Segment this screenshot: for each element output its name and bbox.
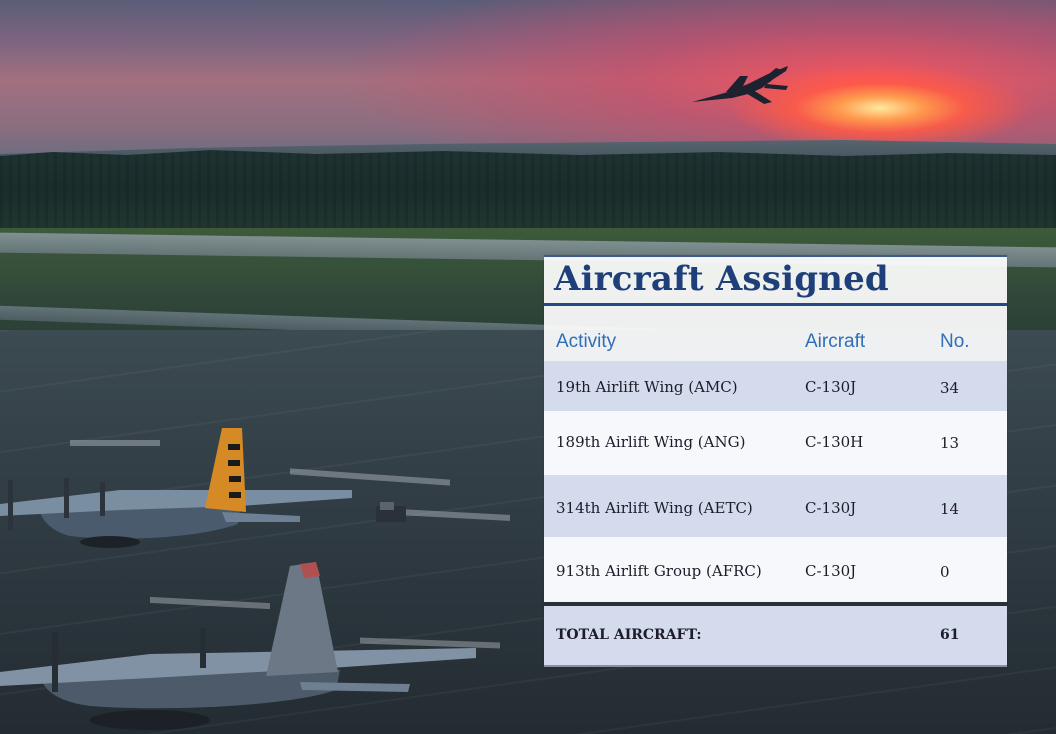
column-header-number: No. [940, 331, 970, 352]
row-aircraft: C-130H [805, 433, 864, 451]
row-activity: 314th Airlift Wing (AETC) [556, 499, 753, 517]
column-header-activity: Activity [556, 331, 617, 352]
row-aircraft: C-130J [805, 562, 857, 580]
parked-aircraft-icon [0, 428, 352, 548]
ground-vehicle-icon [376, 502, 406, 522]
total-number: 61 [940, 627, 960, 643]
row-activity: 19th Airlift Wing (AMC) [556, 378, 738, 396]
table-row: 913th Airlift Group (AFRC) C-130J 0 [544, 537, 1007, 602]
row-aircraft: C-130J [805, 499, 857, 517]
row-number: 14 [940, 500, 960, 518]
row-number: 0 [940, 563, 950, 581]
title-divider [544, 303, 1007, 306]
row-number: 13 [940, 434, 960, 452]
total-label: TOTAL AIRCRAFT: [556, 627, 702, 643]
sunset-sky [0, 0, 1056, 160]
row-number: 34 [940, 379, 960, 397]
row-activity: 189th Airlift Wing (ANG) [556, 433, 746, 451]
table-row: 314th Airlift Wing (AETC) C-130J 14 [544, 475, 1007, 537]
panel-title: Aircraft Assigned [554, 259, 889, 299]
row-activity: 913th Airlift Group (AFRC) [556, 562, 762, 580]
parked-aircraft-icon [0, 562, 476, 730]
table-row: 189th Airlift Wing (ANG) C-130H 13 [544, 411, 1007, 475]
total-row: TOTAL AIRCRAFT: 61 [544, 606, 1007, 667]
table-row: 19th Airlift Wing (AMC) C-130J 34 [544, 361, 1007, 411]
flying-aircraft-icon [692, 66, 788, 104]
aircraft-assigned-panel: Aircraft Assigned Activity Aircraft No. … [544, 255, 1007, 667]
row-aircraft: C-130J [805, 378, 857, 396]
column-header-aircraft: Aircraft [805, 331, 866, 352]
